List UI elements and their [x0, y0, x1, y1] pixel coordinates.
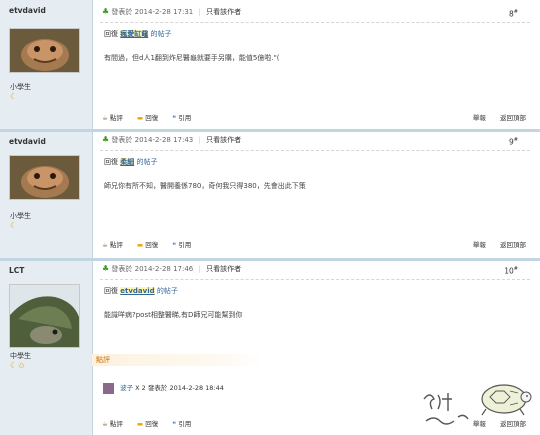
rater-name[interactable]: 波子 [120, 384, 133, 392]
post-content: 有間過，但d人1翻到炸尼醫龜就要手另購，能值5億啦."( [104, 54, 280, 62]
separator: | [198, 8, 201, 16]
post-main: ♣ 發表於 2014-2-28 17:31 | 只看該作者 8# 回復 瘋愛缸黿… [100, 0, 530, 129]
reply-to-user-link[interactable]: etvdavid [120, 287, 155, 295]
floor-number[interactable]: 10# [504, 266, 518, 276]
post-floor-8: etvdavid 小學生 ☾ ♣ 發表於 2014-2-28 17:31 | 只… [0, 0, 540, 129]
post-floor-9: etvdavid 小學生 ☾ ♣ 發表於 2014-2-28 17:43 | 只… [0, 129, 540, 258]
report-link[interactable]: 舉報 [473, 114, 486, 122]
quote-button[interactable]: ❝ 引用 [172, 241, 191, 249]
author-name[interactable]: LCT [9, 266, 24, 275]
meta-divider [100, 150, 530, 151]
snapping-turtle-avatar-image [10, 285, 79, 347]
rater-avatar[interactable] [103, 382, 114, 394]
avatar[interactable] [9, 284, 80, 348]
medal-icon: ☾✩ [10, 361, 26, 370]
quote-button[interactable]: ❝ 引用 [172, 420, 191, 428]
post-datetime: 2014-2-28 17:31 [134, 8, 194, 16]
reply-title: 回復 瘋愛缸黿 的帖子 [104, 30, 172, 38]
reply-button[interactable]: ▬ 回復 [137, 241, 158, 249]
rate-icon: ☕ [102, 420, 108, 428]
post-floor-10: LCT 中學生 ☾✩ ♣ 發表於 2014-2-28 17:46 | 只看該作者… [0, 258, 540, 435]
rating-datetime: 2014-2-28 18:44 [169, 384, 224, 392]
avatar[interactable] [9, 28, 80, 73]
meta-divider [100, 279, 530, 280]
rating-section-header: 點評 [92, 354, 262, 366]
online-status-icon: ♣ [102, 135, 110, 144]
reply-title: 回復 etvdavid 的帖子 [104, 287, 178, 295]
reply-button[interactable]: ▬ 回復 [137, 114, 158, 122]
author-name[interactable]: etvdavid [9, 137, 46, 146]
online-status-icon: ♣ [102, 264, 110, 273]
post-right-actions: 舉報 返回頂部 [461, 239, 526, 249]
author-sidebar: LCT 中學生 ☾✩ [0, 258, 93, 435]
post-content: 師兄你有所不知，醫開養係780，奇何我只得380，先會出此下策 [104, 182, 306, 190]
author-sidebar: etvdavid 小學生 ☾ [0, 0, 93, 129]
rating-entry: 波子 X 2 發表於 2014-2-28 18:44 [103, 382, 224, 394]
author-sidebar: etvdavid 小學生 ☾ [0, 129, 93, 258]
quote-icon: ❝ [172, 420, 177, 428]
back-to-top-link[interactable]: 返回頂部 [500, 114, 526, 122]
post-actions: ☕ 點評 ▬ 回復 ❝ 引用 [102, 418, 203, 428]
rate-icon: ☕ [102, 114, 108, 122]
post-actions: ☕ 點評 ▬ 回復 ❝ 引用 [102, 112, 203, 122]
reply-icon: ▬ [136, 114, 144, 122]
only-author-link[interactable]: 只看該作者 [206, 8, 241, 16]
user-rank: 小學生 [10, 83, 31, 91]
post-content: 能識咩病?post相整醫睇,有D師兄可能幫到你 [104, 311, 243, 319]
post-datetime: 2014-2-28 17:43 [134, 136, 194, 144]
online-status-icon: ♣ [102, 7, 110, 16]
post-actions: ☕ 點評 ▬ 回復 ❝ 引用 [102, 239, 203, 249]
post-meta: ♣ 發表於 2014-2-28 17:31 | 只看該作者 [102, 7, 241, 17]
reply-icon: ▬ [136, 241, 144, 249]
rate-button[interactable]: ☕ 點評 [102, 420, 123, 428]
turtle-avatar-image [10, 156, 79, 199]
only-author-link[interactable]: 只看該作者 [206, 265, 241, 273]
rate-button[interactable]: ☕ 點評 [102, 241, 123, 249]
only-author-link[interactable]: 只看該作者 [206, 136, 241, 144]
avatar[interactable] [9, 155, 80, 200]
quote-button[interactable]: ❝ 引用 [172, 114, 191, 122]
meta-divider [100, 22, 530, 23]
medal-icon: ☾ [10, 92, 19, 101]
reply-icon: ▬ [136, 420, 144, 428]
post-main: ♣ 發表於 2014-2-28 17:43 | 只看該作者 9# 回復 柔細 的… [100, 129, 530, 258]
post-right-actions: 舉報 返回頂部 [461, 112, 526, 122]
rater-score: X 2 [135, 384, 146, 392]
user-rank: 小學生 [10, 212, 31, 220]
floor-number[interactable]: 8# [509, 9, 518, 19]
post-datetime: 2014-2-28 17:46 [134, 265, 194, 273]
author-name[interactable]: etvdavid [9, 6, 46, 15]
reply-button[interactable]: ▬ 回復 [137, 420, 158, 428]
turtle-avatar-image [10, 29, 79, 72]
floor-number[interactable]: 9# [509, 137, 518, 147]
reply-to-user-link[interactable]: 瘋愛缸黿 [120, 30, 149, 38]
rating-header-label: 點評 [96, 356, 110, 364]
post-meta: ♣ 發表於 2014-2-28 17:46 | 只看該作者 [102, 264, 242, 273]
medal-icon: ☾ [10, 221, 19, 230]
posted-label: 發表於 [111, 8, 133, 16]
rate-icon: ☕ [102, 241, 108, 249]
quote-icon: ❝ [172, 114, 177, 122]
reply-to-user-link[interactable]: 柔細 [120, 158, 135, 166]
quote-icon: ❝ [172, 241, 177, 249]
user-rank: 中學生 [10, 352, 31, 360]
back-to-top-link[interactable]: 返回頂部 [500, 241, 526, 249]
turtle-watermark-logo [423, 384, 532, 425]
reply-title: 回復 柔細 的帖子 [104, 158, 158, 166]
report-link[interactable]: 舉報 [473, 241, 486, 249]
post-meta: ♣ 發表於 2014-2-28 17:43 | 只看該作者 [102, 135, 242, 144]
rate-button[interactable]: ☕ 點評 [102, 114, 123, 122]
